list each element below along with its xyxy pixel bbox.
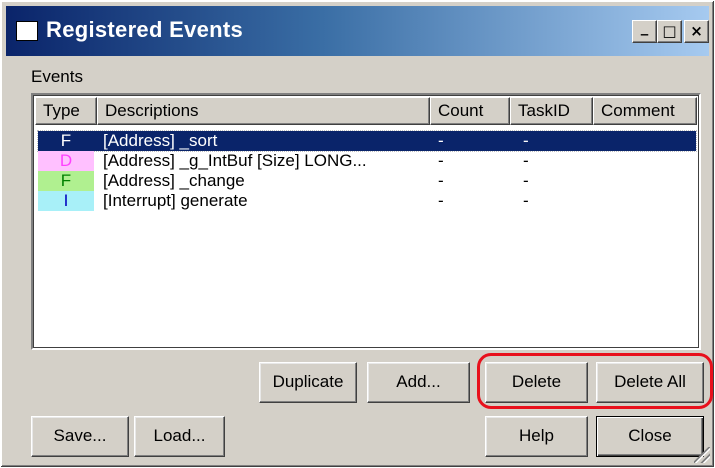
event-type-cell: F bbox=[38, 171, 94, 191]
event-description-cell: [Interrupt] generate bbox=[103, 191, 248, 210]
minimize-icon: _ bbox=[640, 18, 649, 36]
maximize-icon: □ bbox=[662, 22, 677, 40]
delete-all-button[interactable]: Delete All bbox=[596, 362, 704, 403]
delete-button[interactable]: Delete bbox=[485, 362, 588, 403]
events-group-label: Events bbox=[31, 67, 83, 86]
event-taskid-cell: - bbox=[523, 171, 529, 190]
minimize-button[interactable]: _ bbox=[632, 18, 657, 43]
event-row[interactable]: F [Address] _sort - - bbox=[37, 130, 697, 152]
maximize-button[interactable]: □ bbox=[657, 20, 682, 43]
event-count-cell: - bbox=[438, 191, 444, 210]
event-taskid-cell: - bbox=[523, 131, 529, 150]
event-description-cell: [Address] _g_IntBuf [Size] LONG... bbox=[103, 151, 367, 170]
event-description-cell: [Address] _sort bbox=[103, 131, 218, 150]
event-count-cell: - bbox=[438, 131, 444, 150]
event-type-cell: I bbox=[38, 191, 94, 211]
duplicate-button[interactable]: Duplicate bbox=[259, 362, 357, 403]
column-header-comment[interactable]: Comment bbox=[593, 97, 697, 125]
load-button[interactable]: Load... bbox=[134, 416, 225, 457]
column-header-descriptions[interactable]: Descriptions bbox=[97, 97, 430, 125]
event-count-cell: - bbox=[438, 151, 444, 170]
events-list[interactable]: Type Descriptions Count TaskID Comment F… bbox=[31, 93, 701, 350]
event-type-cell: D bbox=[38, 151, 94, 171]
window-icon bbox=[16, 21, 38, 41]
event-row[interactable]: F [Address] _change - - bbox=[38, 171, 696, 191]
column-header-type[interactable]: Type bbox=[35, 97, 97, 125]
registered-events-window: Registered Events _ □ × Events Type Desc… bbox=[0, 0, 715, 468]
resize-grip[interactable] bbox=[694, 447, 710, 463]
column-header-count[interactable]: Count bbox=[430, 97, 510, 125]
close-icon: × bbox=[690, 22, 703, 40]
event-count-cell: - bbox=[438, 171, 444, 190]
event-description-cell: [Address] _change bbox=[103, 171, 245, 190]
help-button[interactable]: Help bbox=[485, 416, 588, 457]
event-row[interactable]: I [Interrupt] generate - - bbox=[38, 191, 696, 211]
save-button[interactable]: Save... bbox=[31, 416, 129, 457]
close-button[interactable]: Close bbox=[596, 416, 704, 457]
event-row[interactable]: D [Address] _g_IntBuf [Size] LONG... - - bbox=[38, 151, 696, 171]
event-taskid-cell: - bbox=[523, 191, 529, 210]
window-title: Registered Events bbox=[46, 17, 244, 42]
event-taskid-cell: - bbox=[523, 151, 529, 170]
event-type-cell: F bbox=[60, 131, 72, 150]
column-header-taskid[interactable]: TaskID bbox=[510, 97, 593, 125]
close-window-button[interactable]: × bbox=[684, 20, 709, 43]
title-bar[interactable]: Registered Events _ □ × bbox=[6, 6, 709, 56]
add-button[interactable]: Add... bbox=[367, 362, 470, 403]
